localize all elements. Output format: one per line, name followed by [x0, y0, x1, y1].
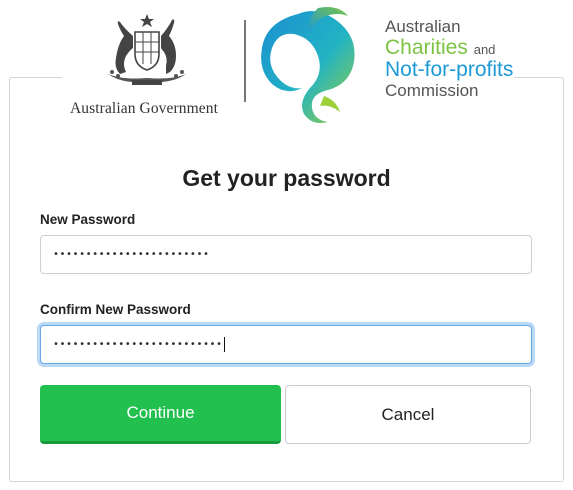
acnc-and-word: and — [473, 42, 496, 57]
new-password-value: •••••••••••••••••••••••• — [53, 249, 210, 260]
australian-government-logo: Australian Government — [62, 14, 234, 117]
acnc-charities-word: Charities — [385, 36, 468, 59]
continue-button[interactable]: Continue — [40, 385, 281, 444]
new-password-label: New Password — [40, 212, 136, 227]
acnc-line-australian: Australian — [385, 17, 461, 36]
government-name: Australian Government — [70, 100, 219, 117]
coat-of-arms-icon — [108, 14, 186, 85]
acnc-line-commission: Commission — [385, 81, 479, 100]
confirm-password-value: •••••••••••••••••••••••••• — [53, 339, 223, 350]
confirm-password-field[interactable]: •••••••••••••••••••••••••• — [40, 325, 532, 364]
cancel-button[interactable]: Cancel — [285, 385, 531, 444]
header-divider — [244, 20, 246, 102]
acnc-logo-icon — [261, 7, 355, 123]
acnc-line-charities: Charities and — [385, 37, 513, 58]
acnc-wordmark: Australian Charities and Not-for-profits… — [385, 18, 513, 99]
site-header: Australian Government Australian Chariti… — [62, 0, 514, 128]
text-caret — [223, 337, 225, 352]
acnc-line-nfp: Not-for-profits — [385, 58, 514, 81]
new-password-field[interactable]: •••••••••••••••••••••••• — [40, 235, 532, 274]
confirm-password-label: Confirm New Password — [40, 302, 191, 317]
page-title: Get your password — [182, 165, 391, 191]
